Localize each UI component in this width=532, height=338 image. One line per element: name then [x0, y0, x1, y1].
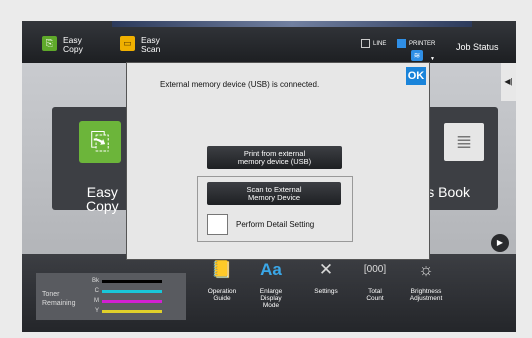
copy-icon: ⎘: [42, 36, 57, 51]
operation-guide-button[interactable]: 📒 Operation Guide: [200, 260, 244, 302]
total-count-button[interactable]: [000] Total Count: [357, 260, 393, 302]
toner-row-y: Y: [92, 308, 162, 314]
toner-label: Bk: [92, 278, 100, 284]
easy-copy-label: Easy Copy: [63, 35, 83, 54]
toner-row-bk: Bk: [92, 278, 162, 284]
toner-remaining-panel: Toner Remaining Bk C M Y: [36, 273, 186, 320]
panel-screen: ⎘ Easy Copy ▭ Easy Scan LINE PRINTER ≋ ▼…: [22, 21, 516, 332]
printer-label: PRINTER: [409, 40, 436, 47]
job-status-button[interactable]: Job Status: [456, 42, 499, 52]
toner-level-bar: [102, 279, 162, 283]
settings-label: Settings: [314, 288, 338, 295]
address-book-icon: ≣: [444, 123, 484, 161]
easy-copy-shortcut[interactable]: ⎘ Easy Copy: [42, 36, 83, 54]
toner-level-bar: [102, 309, 162, 313]
line-indicator-icon: [361, 39, 370, 48]
next-page-icon[interactable]: ▶: [491, 234, 509, 252]
chevron-down-icon[interactable]: ▼: [430, 56, 435, 62]
easy-scan-label: Easy Scan: [141, 35, 161, 54]
brightness-adjustment-label: Brightness Adjustment: [409, 288, 443, 302]
print-from-usb-button[interactable]: Print from external memory device (USB): [207, 146, 342, 169]
toner-level-bar: [102, 299, 162, 303]
book-question-icon: 📒: [211, 260, 233, 279]
brightness-icon: ☼: [418, 260, 434, 279]
brightness-adjustment-button[interactable]: ☼ Brightness Adjustment: [404, 260, 448, 302]
detail-setting-label: Perform Detail Setting: [236, 220, 315, 229]
side-panel-toggle-icon[interactable]: ◀|: [501, 63, 516, 101]
toner-row-m: M: [92, 298, 162, 304]
wrench-screwdriver-icon: ✕: [318, 260, 334, 279]
ok-button[interactable]: OK: [406, 67, 426, 85]
bottom-bar: Toner Remaining Bk C M Y 📒 Operation Gui…: [22, 254, 516, 332]
counter-icon: [000]: [363, 264, 387, 275]
detail-setting-option[interactable]: Perform Detail Setting: [207, 214, 314, 235]
top-bar: ⎘ Easy Copy ▭ Easy Scan LINE PRINTER ≋ ▼…: [22, 21, 516, 63]
operation-guide-label: Operation Guide: [207, 288, 237, 302]
scan-options-group: Scan to External Memory Device Perform D…: [197, 176, 353, 242]
dialog-message: External memory device (USB) is connecte…: [160, 80, 320, 89]
toner-label: C: [94, 288, 99, 294]
printer-indicator-icon: [397, 39, 406, 48]
enlarge-display-button[interactable]: Aa Enlarge Display Mode: [252, 260, 290, 309]
settings-button[interactable]: ✕ Settings: [306, 260, 346, 295]
toner-title: Toner Remaining: [42, 291, 76, 307]
toner-label: M: [94, 298, 99, 304]
detail-setting-checkbox[interactable]: [207, 214, 228, 235]
easy-scan-shortcut[interactable]: ▭ Easy Scan: [120, 36, 160, 54]
toner-level-bar: [102, 289, 162, 293]
scan-to-usb-button[interactable]: Scan to External Memory Device: [207, 182, 341, 205]
printer-status: PRINTER: [397, 39, 435, 48]
enlarge-text-icon: Aa: [260, 260, 282, 279]
easy-copy-tile-label: Easy Copy: [86, 184, 119, 214]
enlarge-display-label: Enlarge Display Mode: [259, 288, 283, 309]
total-count-label: Total Count: [366, 288, 384, 302]
line-status: LINE: [361, 39, 386, 48]
toner-row-c: C: [92, 288, 162, 294]
scan-icon: ▭: [120, 36, 135, 51]
toner-label: Y: [94, 308, 99, 314]
usb-connected-dialog: External memory device (USB) is connecte…: [126, 62, 430, 260]
copy-tile-icon: ⎘: [79, 121, 121, 163]
header-decoration: [112, 21, 472, 27]
line-label: LINE: [373, 40, 387, 47]
wifi-icon: ≋: [411, 50, 423, 61]
